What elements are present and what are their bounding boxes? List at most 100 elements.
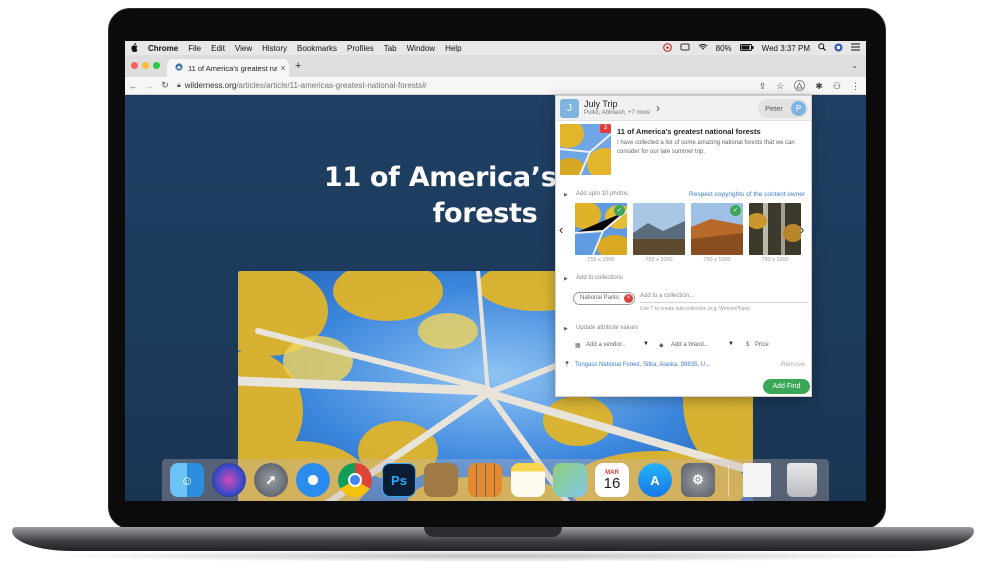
calculator-icon[interactable] [468, 463, 502, 497]
menu-edit[interactable]: Edit [206, 44, 230, 53]
trip-switch-chevron-icon[interactable]: › [656, 101, 660, 115]
photo-dimensions: 755 x 1000 [587, 257, 615, 263]
menu-profiles[interactable]: Profiles [342, 44, 379, 53]
share-icon[interactable]: ⇪ [759, 81, 767, 92]
extension-active-icon[interactable] [794, 79, 806, 93]
maps-icon[interactable] [553, 463, 587, 497]
photoshop-icon[interactable]: Ps [382, 463, 416, 497]
document-icon[interactable] [743, 463, 771, 497]
window-zoom-button[interactable] [153, 62, 160, 69]
photo-option-2[interactable] [633, 203, 685, 255]
photo-dimensions: 750 x 1000 [761, 257, 789, 263]
collection-input[interactable]: Add to a collection... [640, 291, 808, 303]
window-close-button[interactable] [131, 62, 138, 69]
url-domain: wilderness.org [184, 81, 237, 90]
menu-help[interactable]: Help [440, 44, 466, 53]
status-app-icon[interactable] [662, 42, 672, 54]
launchpad-icon[interactable]: ➚ [254, 463, 288, 497]
system-preferences-icon[interactable]: ⚙ [681, 463, 715, 497]
photos-expand-icon[interactable]: ▶ [564, 192, 568, 198]
tab-close-icon[interactable]: × [277, 63, 289, 73]
control-center-icon[interactable] [851, 43, 860, 53]
window-minimize-button[interactable] [142, 62, 149, 69]
menu-view[interactable]: View [230, 44, 257, 53]
price-input[interactable]: Price [755, 342, 769, 348]
battery-icon[interactable] [739, 43, 754, 53]
attributes-expand-icon[interactable]: ▶ [564, 326, 568, 332]
photos-next-chevron-icon[interactable]: › [800, 222, 804, 237]
remove-chip-icon[interactable]: × [624, 294, 633, 303]
browser-tab[interactable]: 11 of America's greatest natio × [167, 59, 289, 77]
safari-icon[interactable] [296, 463, 330, 497]
laptop-notch [424, 527, 562, 537]
remove-location-button[interactable]: Remove [781, 361, 805, 368]
save-find-popup: J July Trip Pulkit, Abhilash, +7 more › … [555, 95, 812, 397]
app-store-icon[interactable]: A [638, 463, 672, 497]
trip-name[interactable]: July Trip [584, 99, 618, 109]
notes-icon[interactable] [511, 463, 545, 497]
screen: Chrome File Edit View History Bookmarks … [125, 41, 866, 501]
contacts-icon[interactable] [424, 463, 458, 497]
popup-header: J July Trip Pulkit, Abhilash, +7 more › … [556, 96, 811, 121]
mac-menu-bar: Chrome File Edit View History Bookmarks … [125, 41, 866, 55]
url-path: /articles/article/11-americas-greatest-n… [236, 81, 427, 90]
menu-clock[interactable]: Wed 3:37 PM [762, 44, 810, 53]
copyright-link[interactable]: Respect copyrights of the content owner [689, 191, 805, 198]
siri-icon[interactable] [212, 463, 246, 497]
photo-selected-check-icon: ✓ [614, 205, 625, 216]
new-tab-button[interactable]: + [295, 60, 301, 72]
wifi-icon[interactable] [698, 43, 708, 53]
cast-icon[interactable] [680, 43, 690, 53]
reload-button-icon[interactable]: ↻ [157, 80, 173, 91]
menu-bookmarks[interactable]: Bookmarks [292, 44, 342, 53]
profile-icon[interactable]: ⚇ [833, 81, 841, 92]
battery-percent: 80% [715, 43, 732, 53]
brand-tag-icon: ◆ [659, 343, 664, 349]
apple-menu-icon[interactable] [125, 42, 143, 54]
photo-dimensions: 750 x 1000 [645, 257, 673, 263]
trash-icon[interactable] [787, 463, 817, 497]
bookmark-star-icon[interactable]: ☆ [776, 81, 784, 92]
photos-prev-chevron-icon[interactable]: ‹ [559, 222, 563, 237]
chrome-icon[interactable] [338, 463, 372, 497]
trip-avatar: J [560, 99, 579, 118]
address-bar[interactable]: 🔒︎ wilderness.org/articles/article/11-am… [177, 81, 426, 90]
vendor-dropdown-icon[interactable]: ▼ [643, 341, 649, 347]
finder-icon[interactable]: ☺ [170, 463, 204, 497]
user-avatar-icon[interactable] [834, 43, 843, 54]
tab-title: 11 of America's greatest natio [188, 63, 277, 73]
menu-history[interactable]: History [257, 44, 292, 53]
menu-window[interactable]: Window [402, 44, 440, 53]
trip-members: Pulkit, Abhilash, +7 more [584, 110, 651, 116]
back-button-icon[interactable]: ← [125, 81, 141, 91]
spotlight-icon[interactable] [818, 43, 826, 53]
extensions-puzzle-icon[interactable]: ✱ [815, 81, 823, 92]
price-dollar-icon: $ [746, 342, 750, 348]
photo-dimensions: 750 x 1000 [703, 257, 731, 263]
collections-expand-icon[interactable]: ▶ [564, 276, 568, 282]
user-pill[interactable]: Peter P [758, 99, 808, 118]
photo-count-badge: 3 [600, 124, 611, 133]
tab-favicon-icon [175, 63, 183, 73]
browser-menu-icon[interactable]: ⋮ [851, 81, 860, 92]
calendar-icon[interactable]: MAR 16 [595, 463, 629, 497]
dock-separator [728, 465, 729, 497]
vendor-select[interactable]: Add a vendor... [586, 342, 626, 348]
tab-search-icon[interactable]: ⌄ [851, 61, 858, 70]
add-find-button[interactable]: Add Find [763, 379, 810, 394]
brand-dropdown-icon[interactable]: ▼ [728, 341, 734, 347]
menu-tab[interactable]: Tab [379, 44, 402, 53]
attributes-section-label: Update attribute values [576, 325, 638, 331]
location-link[interactable]: Tongass National Forest, Sitka, Alaska, … [575, 362, 710, 368]
article-description[interactable]: I have collected a list of some amazing … [617, 139, 807, 157]
browser-toolbar: ← → ↻ 🔒︎ wilderness.org/articles/article… [125, 77, 866, 95]
brand-select[interactable]: Add a brand... [671, 342, 709, 348]
laptop-shadow [40, 550, 945, 562]
photo-option-4[interactable] [749, 203, 801, 255]
browser-tab-strip: 11 of America's greatest natio × + ⌄ [125, 55, 866, 77]
menu-file[interactable]: File [183, 44, 206, 53]
app-menu-chrome[interactable]: Chrome [143, 44, 183, 53]
article-title[interactable]: 11 of America's greatest national forest… [617, 127, 761, 136]
user-name: Peter [765, 104, 783, 113]
forward-button-icon[interactable]: → [141, 81, 157, 91]
